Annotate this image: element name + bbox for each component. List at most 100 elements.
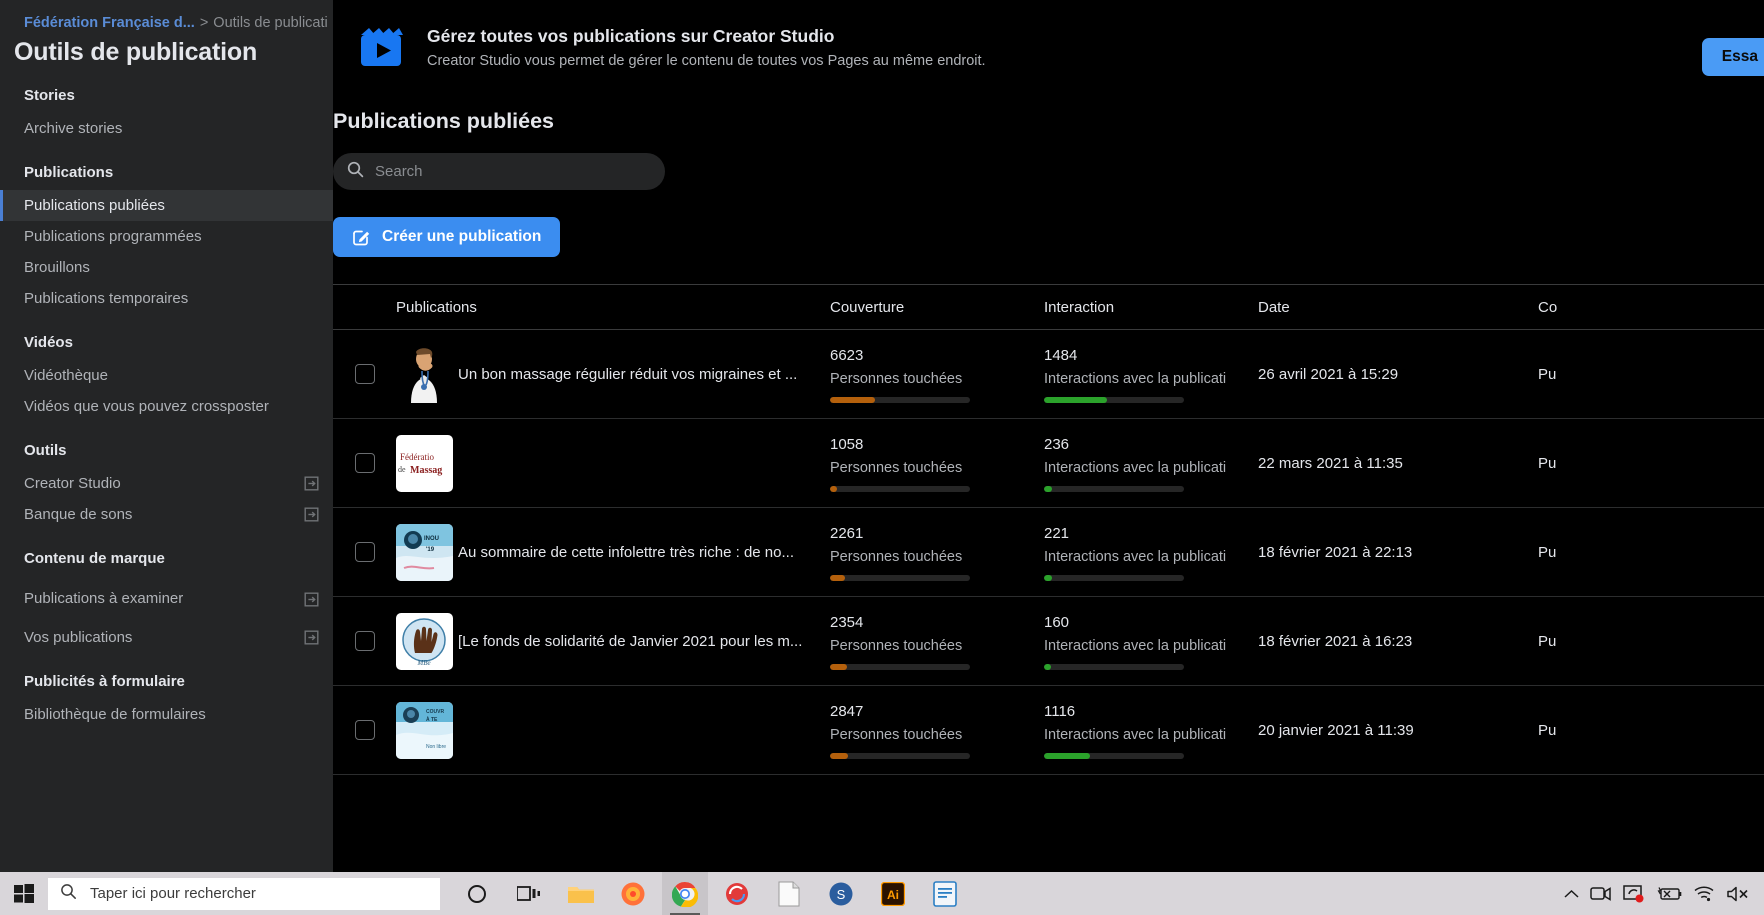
volume-muted-icon[interactable]	[1726, 885, 1750, 903]
external-link-icon	[304, 476, 319, 491]
publication-cell: COUVR À TE Non libre	[396, 686, 830, 774]
row-checkbox[interactable]	[354, 453, 375, 473]
skype-icon[interactable]: S	[818, 872, 864, 915]
column-header-statut: Co	[1538, 298, 1558, 316]
table-row[interactable]: INOU '19 Au sommaire de cette infolettre t…	[333, 508, 1764, 597]
main-content: Gérez toutes vos publications sur Creato…	[333, 0, 1764, 872]
external-link-icon	[304, 592, 319, 607]
svg-text:S: S	[837, 887, 846, 902]
interaction-label: Interactions avec la publicati	[1044, 726, 1227, 743]
publication-title: Au sommaire de cette infolettre très ric…	[458, 543, 794, 561]
date-cell: 26 avril 2021 à 15:29	[1258, 365, 1399, 383]
coverage-cell: 6623 Personnes touchées	[830, 330, 1044, 418]
sidebar-nav: Stories Archive stories Publications Public…	[0, 87, 333, 730]
interaction-value: 221	[1044, 524, 1070, 542]
firefox-icon[interactable]	[610, 872, 656, 915]
interaction-label: Interactions avec la publicati	[1044, 370, 1227, 387]
publication-cell: Un bon massage régulier réduit vos migra…	[396, 330, 830, 418]
illustrator-icon[interactable]: Ai	[870, 872, 916, 915]
sidebar-item-label: Vidéos que vous pouvez crossposter	[24, 397, 269, 415]
page-title: Outils de publication	[14, 38, 258, 66]
table-row[interactable]: MBe [Le fonds de solidarité de Janvier 20…	[333, 597, 1764, 686]
sidebar-item-creator-studio[interactable]: Creator Studio	[0, 468, 333, 499]
date-cell: 18 février 2021 à 16:23	[1258, 632, 1413, 650]
screen-share-icon[interactable]	[1623, 884, 1645, 904]
coverage-label: Personnes touchées	[830, 637, 963, 654]
table-row[interactable]: COUVR À TE Non libre 2847 Personnes touchées…	[333, 686, 1764, 775]
notepad-icon[interactable]	[766, 872, 812, 915]
windows-start-icon[interactable]	[0, 872, 48, 915]
sidebar-group-heading: Stories	[24, 87, 75, 104]
interaction-cell: 1484 Interactions avec la publicati	[1044, 330, 1258, 418]
coverage-cell: 2261 Personnes touchées	[830, 508, 1044, 596]
breadcrumb-page-link[interactable]: Fédération Française d...	[24, 15, 195, 31]
svg-text:MBe: MBe	[416, 659, 430, 667]
battery-unavailable-icon[interactable]	[1656, 886, 1682, 902]
taskbar-search-box[interactable]: Taper ici pour rechercher	[48, 877, 440, 910]
row-checkbox[interactable]	[354, 720, 375, 740]
cortana-icon[interactable]	[454, 872, 500, 915]
doctor-photo-thumb	[396, 345, 453, 403]
sidebar-item-banque-de-sons[interactable]: Banque de sons	[0, 499, 333, 530]
row-checkbox[interactable]	[354, 631, 375, 651]
date-cell: 18 février 2021 à 22:13	[1258, 543, 1413, 561]
create-publication-label: Créer une publication	[382, 228, 542, 245]
interaction-bar	[1044, 574, 1184, 581]
sidebar-group-heading: Publicités à formulaire	[24, 673, 185, 690]
create-publication-button[interactable]: Créer une publication	[333, 217, 561, 257]
svg-text:À TE: À TE	[426, 716, 438, 723]
interaction-value: 160	[1044, 613, 1070, 631]
row-checkbox[interactable]	[354, 364, 375, 384]
show-hidden-icons-chevron[interactable]	[1564, 889, 1579, 899]
row-checkbox[interactable]	[354, 542, 375, 562]
search-input[interactable]	[375, 163, 651, 180]
sidebar-item-publications-temporaires[interactable]: Publications temporaires	[0, 283, 333, 314]
interaction-cell: 160 Interactions avec la publicati	[1044, 597, 1258, 685]
sidebar-item-publications-programm-es[interactable]: Publications programmées	[0, 221, 333, 252]
sidebar-group: Stories Archive stories	[0, 87, 333, 144]
coverage-bar	[830, 663, 970, 670]
row-checkbox-cell	[333, 597, 396, 685]
sync-app-icon[interactable]	[714, 872, 760, 915]
video-clapperboard-icon	[359, 26, 403, 70]
row-checkbox-cell	[333, 330, 396, 418]
sidebar-item-vos-publications[interactable]: Vos publications	[0, 622, 333, 653]
sidebar-item-brouillons[interactable]: Brouillons	[0, 252, 333, 283]
sidebar-item-publications-examiner[interactable]: Publications à examiner	[0, 576, 333, 622]
try-creator-studio-button[interactable]: Essa	[1701, 38, 1764, 76]
wifi-icon[interactable]	[1693, 885, 1715, 902]
sidebar-group: Contenu de marque Publications à examiner…	[0, 550, 333, 653]
svg-text:Non libre: Non libre	[426, 744, 446, 750]
column-header-couverture: Couverture	[830, 298, 905, 316]
search-box[interactable]	[333, 153, 665, 190]
sidebar-item-vid-oth-que[interactable]: Vidéothèque	[0, 360, 333, 391]
sidebar-item-biblioth-que-de-formulaires[interactable]: Bibliothèque de formulaires	[0, 699, 333, 730]
svg-text:Ai: Ai	[887, 888, 899, 902]
libreoffice-writer-icon[interactable]	[922, 872, 968, 915]
sidebar-item-label: Brouillons	[24, 258, 90, 276]
coverage-label: Personnes touchées	[830, 726, 963, 743]
svg-text:Fédératio: Fédératio	[400, 452, 434, 462]
task-view-icon[interactable]	[506, 872, 552, 915]
windows-taskbar: Taper ici pour rechercher S Ai	[0, 872, 1764, 915]
interaction-value: 1116	[1044, 702, 1076, 720]
row-checkbox-cell	[333, 686, 396, 774]
date-cell: 22 mars 2021 à 11:35	[1258, 454, 1403, 472]
app-root: Fédération Française d... > Outils de publ…	[0, 0, 1764, 915]
file-explorer-icon[interactable]	[558, 872, 604, 915]
camera-icon[interactable]	[1590, 885, 1612, 903]
table-row[interactable]: Fédératio de Massag 1058 Personnes touchées 2…	[333, 419, 1764, 508]
sidebar-item-archive-stories[interactable]: Archive stories	[0, 113, 333, 144]
row-checkbox-cell	[333, 508, 396, 596]
sidebar-item-vid-os-que-vous-pouvez-crossposter[interactable]: Vidéos que vous pouvez crossposter	[0, 391, 333, 422]
svg-text:Massag: Massag	[410, 465, 442, 476]
sidebar-group-heading: Publications	[24, 164, 114, 181]
chrome-icon[interactable]	[662, 872, 708, 915]
sidebar-group-heading: Outils	[24, 442, 67, 459]
sidebar-group-heading: Vidéos	[24, 334, 73, 351]
sidebar-group: Vidéos Vidéothèque Vidéos que vous pouvez …	[0, 334, 333, 422]
sidebar-group: Publications Publications publiées Publica…	[0, 164, 333, 314]
blue-poster-thumb: COUVR À TE Non libre	[396, 701, 453, 759]
sidebar-item-publications-publi-es[interactable]: Publications publiées	[0, 190, 333, 221]
table-row[interactable]: Un bon massage régulier réduit vos migra…	[333, 330, 1764, 419]
